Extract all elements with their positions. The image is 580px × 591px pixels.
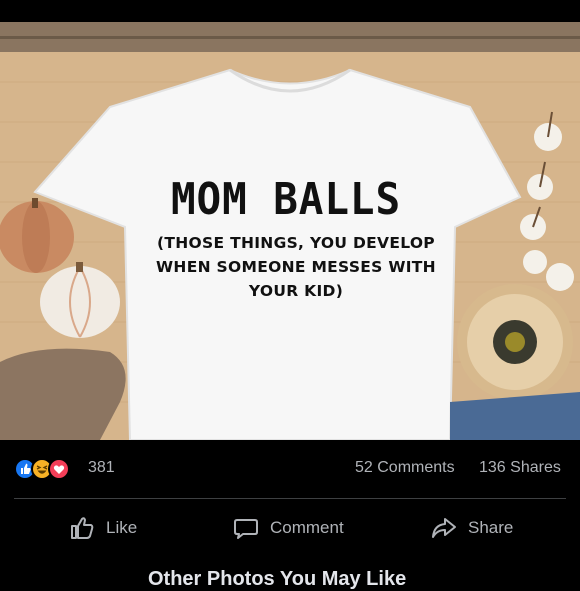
comment-bubble-icon <box>234 519 258 539</box>
shares-count[interactable]: 136 Shares <box>479 459 561 477</box>
like-label: Like <box>106 518 138 537</box>
shirt-subtitle-line-2: WHEN SOMEONE MESSES WITH <box>156 258 436 276</box>
divider <box>14 498 566 499</box>
like-button[interactable]: Like <box>68 510 137 546</box>
top-clipped-strip <box>0 0 580 22</box>
comment-button[interactable]: Comment <box>232 510 344 546</box>
shirt-title-text: MOM BALLS <box>170 174 402 225</box>
share-button[interactable]: Share <box>430 510 513 546</box>
product-photo-illustration <box>0 22 580 440</box>
post-photo[interactable]: MOM BALLS (THOSE THINGS, YOU DEVELOP WHE… <box>0 22 580 440</box>
comments-count[interactable]: 52 Comments <box>355 459 455 477</box>
comment-label: Comment <box>270 518 344 537</box>
thumbs-up-icon <box>71 517 94 539</box>
post-stats-bar: 381 52 Comments 136 Shares <box>0 440 580 498</box>
shirt-subtitle-line-1: (THOSE THINGS, YOU DEVELOP <box>157 234 435 252</box>
share-label: Share <box>468 518 514 537</box>
shirt-subtitle-line-3: YOUR KID) <box>248 282 344 300</box>
love-reaction-icon <box>48 458 70 480</box>
share-arrow-icon <box>432 518 456 538</box>
reaction-count[interactable]: 381 <box>88 459 115 477</box>
